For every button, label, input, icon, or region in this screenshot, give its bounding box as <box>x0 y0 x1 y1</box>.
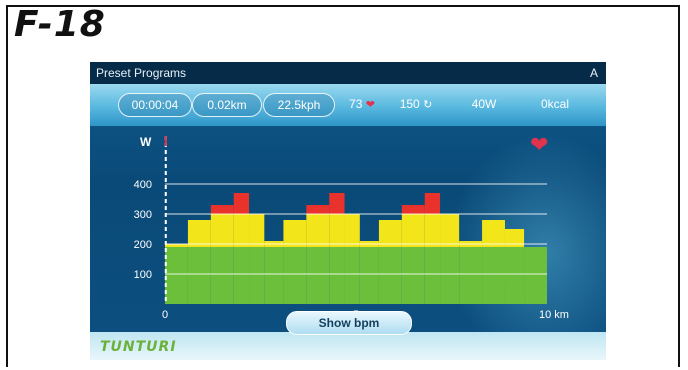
bar-segment-green-0 <box>165 247 188 304</box>
bar-segment-red-13 <box>424 193 441 214</box>
bar-segment-yellow-3 <box>233 214 250 247</box>
bar-segment-yellow-11 <box>378 220 402 247</box>
bar-segment-green-14 <box>440 247 460 304</box>
cadence-value: 150 <box>399 97 420 111</box>
bar-segment-yellow-2 <box>210 214 234 247</box>
bar-segment-green-7 <box>306 247 330 304</box>
bar-segment-green-15 <box>459 247 483 304</box>
y-tick-label: 400 <box>134 179 152 191</box>
heart-rate-display: 73 ❤ <box>338 93 386 115</box>
cadence-display: 150 ↻ <box>388 93 444 115</box>
cadence-icon: ↻ <box>423 99 433 111</box>
mode-indicator: A <box>589 66 598 80</box>
bar-segment-green-8 <box>329 247 345 304</box>
bar-segment-yellow-14 <box>440 214 460 247</box>
bar-segment-green-18 <box>524 247 547 304</box>
bar-segment-yellow-1 <box>187 220 211 247</box>
heart-indicator-icon: ❤ <box>530 132 548 157</box>
bar-segment-yellow-6 <box>283 220 307 247</box>
bar-segment-green-11 <box>378 247 402 304</box>
bar-segment-yellow-8 <box>329 214 345 247</box>
bar-segment-green-1 <box>187 247 211 304</box>
x-tick-label: 10 km <box>539 309 569 321</box>
energy-display: 0kcal <box>540 97 569 111</box>
heart-rate-value: 73 <box>349 97 363 111</box>
bar-segment-red-8 <box>329 193 345 214</box>
heart-icon: ❤ <box>365 99 375 111</box>
bar-segment-red-12 <box>401 205 425 214</box>
bar-segment-green-12 <box>401 247 425 304</box>
bar-segment-green-6 <box>283 247 307 304</box>
y-tick-label: 300 <box>134 209 152 221</box>
bar-segment-yellow-9 <box>344 214 360 247</box>
x-tick-label: 0 <box>162 309 168 321</box>
bar-segment-green-16 <box>482 247 505 304</box>
speed-display: 22.5kph <box>263 93 335 117</box>
bar-segment-yellow-7 <box>306 214 330 247</box>
bar-segment-green-17 <box>504 247 525 304</box>
bar-segment-red-7 <box>306 205 330 214</box>
bar-segment-green-2 <box>210 247 234 304</box>
bar-segment-yellow-16 <box>482 220 505 247</box>
distance-display: 0.02km <box>192 93 262 117</box>
bar-segment-green-13 <box>424 247 441 304</box>
bar-segment-yellow-13 <box>424 214 441 247</box>
bar-segment-red-3 <box>233 193 250 214</box>
bar-segment-yellow-4 <box>249 214 265 247</box>
bar-segment-yellow-12 <box>401 214 425 247</box>
power-display: 40W <box>471 97 497 111</box>
status-bar: 00:00:04 0.02km 22.5kph 73 ❤ 150 ↻ 40W 0… <box>90 84 606 126</box>
tunturi-logo: TUNTURI <box>100 339 177 355</box>
bar-segment-red-2 <box>210 205 234 214</box>
figure-label: F-18 <box>14 4 106 45</box>
y-tick-label: 100 <box>134 269 152 281</box>
bar-segment-green-10 <box>359 247 379 304</box>
time-display: 00:00:04 <box>118 93 192 117</box>
bar-segment-green-5 <box>264 247 284 304</box>
show-bpm-button[interactable]: Show bpm <box>286 311 412 335</box>
program-title: Preset Programs <box>96 66 187 80</box>
header-bar: Preset Programs A <box>90 62 606 84</box>
bar-segment-green-9 <box>344 247 360 304</box>
bar-segment-green-3 <box>233 247 250 304</box>
y-tick-label: 200 <box>134 239 152 251</box>
bar-segment-green-4 <box>249 247 265 304</box>
console-screen: Preset Programs A 00:00:04 0.02km 22.5kp… <box>90 62 606 360</box>
y-axis-label: W <box>140 135 152 149</box>
bottom-bar: TUNTURI <box>90 332 606 360</box>
